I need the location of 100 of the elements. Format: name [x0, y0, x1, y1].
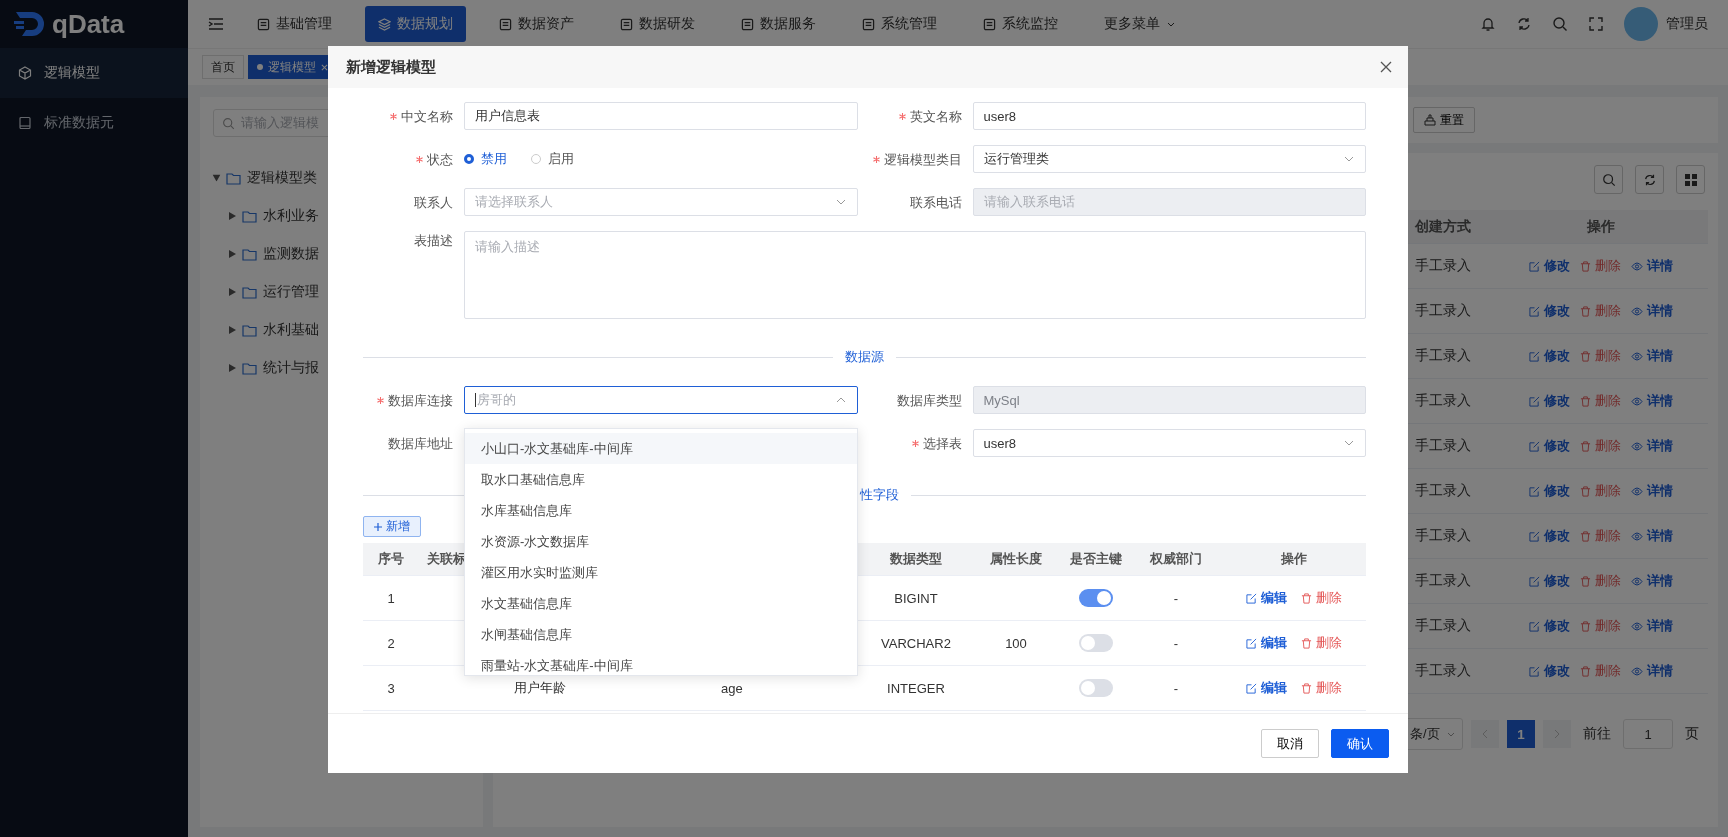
- action-link[interactable]: 详情: [1630, 572, 1673, 590]
- tree-node[interactable]: 运行管理: [229, 273, 319, 311]
- folder-icon: [242, 247, 257, 261]
- action-link[interactable]: 修改: [1528, 572, 1570, 590]
- tree-node[interactable]: 逻辑模型类: [213, 159, 317, 197]
- input-field[interactable]: 用户信息表: [464, 102, 858, 130]
- action-link[interactable]: 删除: [1579, 392, 1621, 410]
- dropdown-option[interactable]: 水库基础信息库: [465, 495, 857, 526]
- page-number[interactable]: 1: [1507, 720, 1535, 748]
- action-link[interactable]: 修改: [1528, 257, 1570, 275]
- goto-page-field[interactable]: 1: [1623, 719, 1673, 749]
- action-link[interactable]: 删除: [1579, 527, 1621, 545]
- action-link[interactable]: 修改: [1528, 662, 1570, 680]
- action-link[interactable]: 删除: [1579, 617, 1621, 635]
- action-link[interactable]: 删除: [1579, 437, 1621, 455]
- action-link[interactable]: 详情: [1630, 662, 1673, 680]
- nav-item[interactable]: 数据规划: [365, 6, 466, 42]
- primary-key-switch[interactable]: [1079, 589, 1113, 607]
- action-link[interactable]: 详情: [1630, 347, 1673, 365]
- action-link[interactable]: 修改: [1528, 437, 1570, 455]
- action-link[interactable]: 修改: [1528, 617, 1570, 635]
- action-link[interactable]: 编辑: [1245, 589, 1287, 607]
- refresh-icon[interactable]: [1516, 16, 1532, 32]
- caret-icon: [229, 212, 236, 220]
- action-link[interactable]: 详情: [1630, 437, 1673, 455]
- nav-item[interactable]: 数据资产: [486, 6, 587, 42]
- tree-node[interactable]: 统计与报: [229, 349, 319, 387]
- close-icon[interactable]: [1380, 61, 1392, 73]
- user-name[interactable]: 管理员: [1666, 15, 1708, 33]
- edit-icon: [1528, 395, 1540, 407]
- table-cell-text: 用户年龄: [513, 679, 567, 697]
- search-button[interactable]: [1594, 165, 1623, 194]
- columns-button[interactable]: [1676, 165, 1705, 194]
- action-link[interactable]: 删除: [1579, 257, 1621, 275]
- nav-item[interactable]: 数据研发: [607, 6, 708, 42]
- action-link[interactable]: 删除: [1300, 589, 1342, 607]
- action-link[interactable]: 详情: [1630, 617, 1673, 635]
- eye-icon: [1630, 575, 1643, 587]
- field-label: 联系电话: [908, 193, 962, 212]
- fullscreen-icon[interactable]: [1588, 16, 1604, 32]
- select-field[interactable]: 请选择联系人: [464, 188, 858, 216]
- radio-option[interactable]: 启用: [531, 150, 574, 168]
- action-link[interactable]: 编辑: [1245, 679, 1287, 697]
- column-header: 是否主键: [1069, 550, 1123, 568]
- action-link[interactable]: 详情: [1630, 392, 1673, 410]
- bell-icon[interactable]: [1480, 16, 1496, 32]
- action-link[interactable]: 修改: [1528, 347, 1570, 365]
- avatar[interactable]: [1624, 7, 1658, 41]
- action-link[interactable]: 删除: [1300, 634, 1342, 652]
- add-button[interactable]: 新增: [363, 516, 421, 537]
- description-field[interactable]: 请输入描述: [464, 231, 1366, 319]
- action-link[interactable]: 修改: [1528, 302, 1570, 320]
- primary-key-switch[interactable]: [1079, 634, 1113, 652]
- dropdown-option[interactable]: 水闸基础信息库: [465, 619, 857, 650]
- action-link[interactable]: 删除: [1300, 679, 1342, 697]
- action-link[interactable]: 详情: [1630, 257, 1673, 275]
- tree-node[interactable]: 水利业务: [229, 197, 319, 235]
- page-tab[interactable]: 首页: [202, 55, 244, 79]
- menu-icon[interactable]: [208, 17, 224, 31]
- primary-key-switch[interactable]: [1079, 679, 1113, 697]
- select-field[interactable]: 房哥的: [464, 386, 858, 414]
- trash-icon: [1579, 575, 1591, 587]
- search-icon[interactable]: [1552, 16, 1568, 32]
- dropdown-option[interactable]: 雨量站-水文基础库-中间库: [465, 650, 857, 675]
- action-link[interactable]: 删除: [1579, 572, 1621, 590]
- trash-icon: [1579, 485, 1591, 497]
- sidebar-item[interactable]: 标准数据元: [0, 98, 188, 148]
- more-menu[interactable]: 更多菜单: [1091, 6, 1189, 42]
- radio-option[interactable]: 禁用: [464, 150, 507, 168]
- action-link[interactable]: 修改: [1528, 482, 1570, 500]
- dropdown-option[interactable]: 取水口基础信息库: [465, 464, 857, 495]
- action-link[interactable]: 详情: [1630, 527, 1673, 545]
- dropdown-option[interactable]: 灌区用水实时监测库: [465, 557, 857, 588]
- action-link[interactable]: 编辑: [1245, 634, 1287, 652]
- select-field[interactable]: 运行管理类: [972, 145, 1366, 173]
- action-link[interactable]: 删除: [1579, 662, 1621, 680]
- select-field[interactable]: user8: [972, 429, 1366, 457]
- input-field[interactable]: user8: [972, 102, 1366, 130]
- sidebar-item[interactable]: 逻辑模型: [0, 48, 188, 98]
- action-link[interactable]: 删除: [1579, 302, 1621, 320]
- confirm-button[interactable]: 确认: [1331, 729, 1389, 758]
- action-link[interactable]: 修改: [1528, 527, 1570, 545]
- nav-item[interactable]: 数据服务: [728, 6, 829, 42]
- cancel-button[interactable]: 取消: [1261, 729, 1319, 758]
- dropdown-option[interactable]: 水资源-水文数据库: [465, 526, 857, 557]
- action-link[interactable]: 修改: [1528, 392, 1570, 410]
- action-link[interactable]: 删除: [1579, 482, 1621, 500]
- nav-item[interactable]: 基础管理: [244, 6, 345, 42]
- nav-item[interactable]: 系统监控: [970, 6, 1071, 42]
- action-link[interactable]: 详情: [1630, 302, 1673, 320]
- dropdown-option[interactable]: 小山口-水文基础库-中间库: [465, 433, 857, 464]
- nav-item[interactable]: 系统管理: [849, 6, 950, 42]
- dropdown-option[interactable]: 水文基础信息库: [465, 588, 857, 619]
- action-link[interactable]: 删除: [1579, 347, 1621, 365]
- tree-node[interactable]: 监测数据: [229, 235, 319, 273]
- table-cell-text: 手工录入: [1415, 572, 1472, 590]
- tree-node[interactable]: 水利基础: [229, 311, 319, 349]
- refresh-button[interactable]: [1635, 165, 1664, 194]
- action-link[interactable]: 详情: [1630, 482, 1673, 500]
- reset-button[interactable]: 重置: [1413, 107, 1475, 133]
